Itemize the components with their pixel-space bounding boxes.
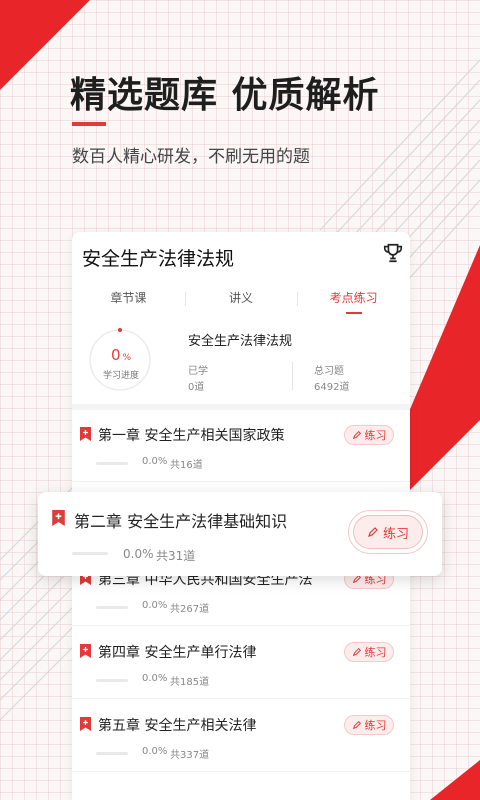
bookmark-icon [80, 427, 91, 441]
tab-chapter-course[interactable]: 章节课 [72, 288, 185, 318]
tab-handout[interactable]: 讲义 [184, 288, 298, 318]
trophy-icon[interactable] [382, 242, 404, 264]
practice-label: 练习 [364, 719, 387, 732]
bookmark-icon [80, 644, 91, 658]
headline-underline [72, 122, 106, 126]
practice-label: 练习 [364, 429, 387, 442]
tab-practice[interactable]: 考点练习 [297, 288, 410, 318]
practice-label: 练习 [382, 526, 409, 542]
practice-button[interactable]: 练习 [344, 715, 394, 735]
practice-label: 练习 [364, 646, 387, 659]
chapter-percent: 0.0% [142, 456, 168, 467]
practice-button[interactable]: 练习 [353, 515, 423, 549]
hero-subline: 数百人精心研发，不刷无用的题 [72, 147, 310, 167]
bookmark-icon [52, 510, 65, 526]
progress-label: 学习进度 [102, 371, 139, 381]
progress-number: 0 [110, 346, 121, 364]
chapter-percent: 0.0% [142, 673, 168, 684]
chapter-row[interactable]: 第五章 安全生产相关法律 0.0% 共337道 练习 [72, 700, 410, 772]
stats-divider [292, 362, 293, 390]
pen-icon [352, 430, 361, 440]
bookmark-icon [80, 717, 91, 731]
practice-button-halo: 练习 [348, 510, 428, 554]
tab-bar: 章节课 讲义 考点练习 [72, 288, 410, 318]
chapter-total: 共337道 [170, 750, 210, 761]
highlighted-chapter-card[interactable]: 第二章 安全生产法律基础知识 0.0% 共31道 练习 [38, 492, 442, 576]
progress-unit: % [122, 353, 132, 363]
chapter-percent: 0.0% [142, 746, 168, 757]
chapter-percent: 0.0% [142, 600, 168, 611]
chapter-title: 第四章 安全生产单行法律 [98, 645, 257, 661]
pen-icon [352, 720, 361, 730]
chapter-total: 共31道 [156, 549, 196, 563]
progress-value: 0% [72, 346, 170, 364]
chapter-row[interactable]: 第四章 安全生产单行法律 0.0% 共185道 练习 [72, 627, 410, 699]
chapter-total: 共267道 [170, 604, 210, 615]
practice-button[interactable]: 练习 [344, 642, 394, 662]
card-title: 安全生产法律法规 [82, 248, 235, 270]
chapter-progress-bar [96, 752, 128, 755]
total-label: 总习题 [314, 366, 344, 377]
chapter-percent: 0.0% [123, 547, 154, 561]
chapter-title: 第一章 安全生产相关国家政策 [98, 428, 285, 444]
chapter-title: 第二章 安全生产法律基础知识 [74, 512, 288, 531]
learned-label: 已学 [188, 366, 208, 377]
chapter-row[interactable]: 第一章 安全生产相关国家政策 0.0% 共16道 练习 [72, 410, 410, 482]
chapter-progress-bar [72, 552, 108, 555]
chapter-total: 共16道 [170, 460, 203, 471]
practice-button[interactable]: 练习 [344, 425, 394, 445]
chapter-progress-bar [96, 679, 128, 682]
total-value: 6492道 [314, 382, 350, 393]
chapter-title: 第五章 安全生产相关法律 [98, 718, 257, 734]
pen-icon [352, 647, 361, 657]
subject-name: 安全生产法律法规 [188, 334, 293, 349]
chapter-progress-bar [96, 462, 128, 465]
chapter-progress-bar [96, 606, 128, 609]
hero-headline: 精选题库 优质解析 [70, 75, 380, 116]
chapter-total: 共185道 [170, 677, 210, 688]
pen-icon [368, 527, 378, 537]
learned-value: 0道 [188, 382, 205, 393]
